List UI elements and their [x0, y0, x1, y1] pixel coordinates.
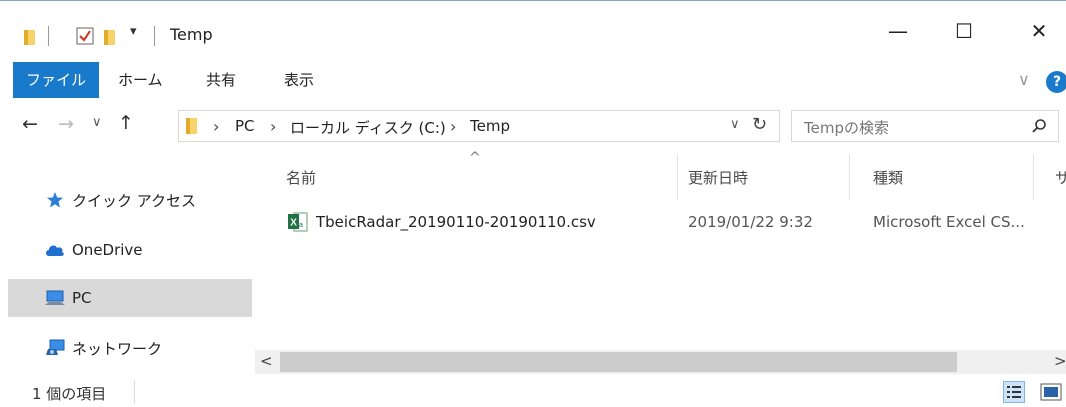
column-header-modified[interactable]: 更新日時: [688, 160, 748, 196]
column-separator[interactable]: [677, 154, 678, 200]
scroll-left-button[interactable]: <: [260, 352, 273, 370]
column-header-name[interactable]: 名前: [286, 160, 316, 196]
sidebar-item-pc[interactable]: PC: [8, 279, 252, 317]
status-bar: [0, 375, 1066, 407]
search-placeholder: Tempの検索: [804, 119, 889, 137]
sidebar-item-label: PC: [72, 289, 92, 307]
breadcrumb-separator[interactable]: ›: [450, 117, 456, 136]
sidebar-item-label: ネットワーク: [72, 339, 163, 358]
new-folder-icon[interactable]: [104, 27, 120, 47]
sidebar-item-onedrive[interactable]: OneDrive: [8, 232, 252, 268]
folder-icon: [24, 27, 40, 47]
scrollbar-thumb[interactable]: [280, 352, 957, 372]
tab-view[interactable]: 表示: [270, 62, 328, 98]
file-type: Microsoft Excel CS...: [873, 213, 1025, 231]
column-header-type[interactable]: 種類: [873, 160, 903, 196]
excel-csv-icon: Xa: [288, 211, 308, 233]
quick-access-toolbar-dropdown[interactable]: ▾: [130, 24, 137, 39]
sidebar-item-quick-access[interactable]: クイック アクセス: [8, 182, 252, 218]
title-separator: [48, 26, 49, 46]
cloud-icon: [44, 239, 66, 261]
tab-home[interactable]: ホーム: [104, 62, 177, 98]
close-button[interactable]: ✕: [1016, 0, 1062, 62]
breadcrumb-separator[interactable]: ›: [213, 117, 219, 136]
forward-button[interactable]: →: [58, 113, 74, 135]
sidebar-item-label: クイック アクセス: [72, 191, 197, 210]
svg-text:a: a: [299, 222, 303, 229]
item-count: 1 個の項目: [32, 385, 107, 403]
column-separator[interactable]: [1033, 154, 1034, 200]
network-icon: [44, 337, 66, 359]
folder-icon: [186, 116, 202, 136]
breadcrumb-item-local-disk[interactable]: ローカル ディスク (C:): [290, 117, 446, 138]
refresh-icon[interactable]: ↻: [752, 114, 767, 135]
status-separator: [134, 380, 135, 404]
sort-indicator: ^: [469, 150, 481, 166]
column-separator[interactable]: [849, 154, 850, 200]
recent-locations-button[interactable]: ∨: [92, 115, 102, 130]
tab-share[interactable]: 共有: [192, 62, 250, 98]
tab-file[interactable]: ファイル: [13, 62, 100, 98]
computer-icon: [44, 287, 66, 309]
up-button[interactable]: ↑: [118, 112, 134, 134]
title-separator-2: [154, 26, 155, 46]
sidebar-item-network[interactable]: ネットワーク: [8, 330, 252, 366]
scroll-right-button[interactable]: >: [1054, 352, 1066, 370]
help-icon[interactable]: ?: [1046, 71, 1066, 93]
properties-icon[interactable]: [76, 27, 94, 45]
back-button[interactable]: ←: [22, 113, 38, 135]
svg-text:X: X: [290, 218, 297, 229]
search-icon[interactable]: [1031, 118, 1047, 134]
file-name[interactable]: TbeicRadar_20190110-20190110.csv: [316, 204, 596, 240]
large-icons-view-icon[interactable]: [1040, 383, 1062, 401]
maximize-button[interactable]: ☐: [941, 0, 987, 62]
breadcrumb-item-pc[interactable]: PC: [235, 117, 255, 135]
sidebar-item-label: OneDrive: [72, 241, 143, 259]
minimize-button[interactable]: —: [875, 0, 921, 62]
details-view-icon[interactable]: [1003, 381, 1025, 403]
breadcrumb-item-temp[interactable]: Temp: [470, 117, 510, 135]
star-icon: [44, 189, 66, 211]
breadcrumb-separator[interactable]: ›: [270, 117, 276, 136]
address-dropdown-button[interactable]: ∨: [730, 117, 740, 132]
window-title: Temp: [170, 25, 213, 44]
column-header-size[interactable]: サ: [1055, 160, 1066, 196]
expand-ribbon-icon[interactable]: ∨: [1018, 70, 1030, 89]
file-modified: 2019/01/22 9:32: [688, 213, 813, 231]
